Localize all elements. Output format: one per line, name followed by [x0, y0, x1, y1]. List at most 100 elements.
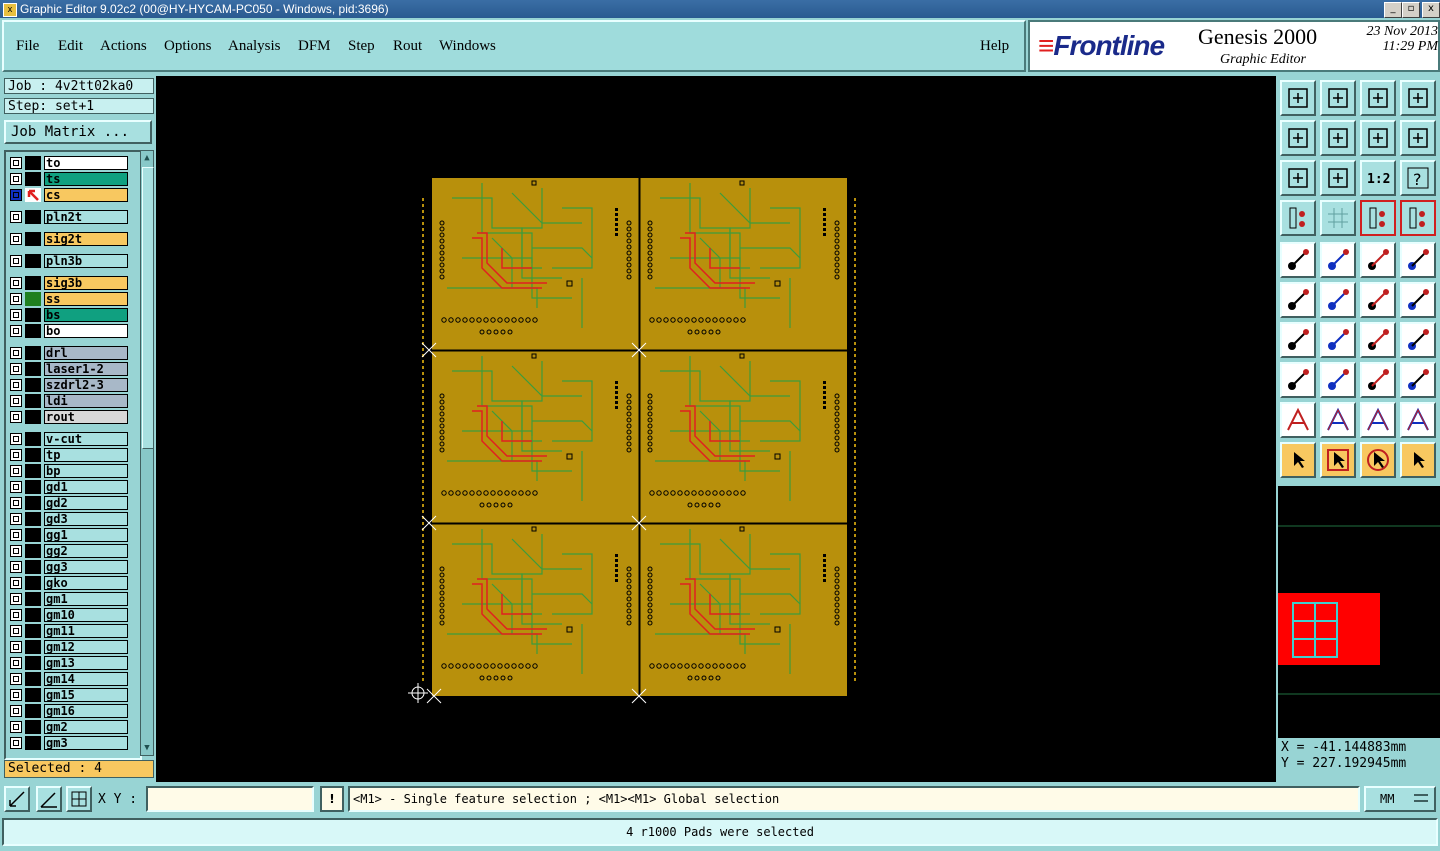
menu-windows[interactable]: Windows — [439, 38, 496, 55]
layer-row[interactable]: ss — [8, 292, 128, 306]
select-circle-button[interactable] — [1360, 442, 1396, 478]
layer-name[interactable]: sig3b — [44, 276, 128, 290]
layer-display-mark[interactable] — [25, 308, 41, 322]
layer-display-mark[interactable] — [25, 496, 41, 510]
layer-checkbox[interactable] — [10, 529, 22, 541]
layer-row[interactable]: gg3 — [8, 560, 128, 574]
window-button[interactable] — [1400, 80, 1436, 116]
layer-row[interactable]: tp — [8, 448, 128, 462]
layer-checkbox[interactable] — [10, 625, 22, 637]
layer-display-mark[interactable] — [25, 672, 41, 686]
layer-display-mark[interactable] — [25, 172, 41, 186]
layer-name[interactable]: gg3 — [44, 560, 128, 574]
job-matrix-button[interactable]: Job Matrix ... — [4, 120, 152, 144]
layer-checkbox[interactable] — [10, 721, 22, 733]
fit-profile-button[interactable] — [1320, 160, 1356, 196]
layer-display-mark[interactable] — [25, 592, 41, 606]
layer-checkbox[interactable] — [10, 689, 22, 701]
layer-name[interactable]: to — [44, 156, 128, 170]
graphic-canvas[interactable] — [156, 76, 1276, 782]
layer-row[interactable]: rout — [8, 410, 128, 424]
add-feature-button[interactable] — [1280, 362, 1316, 398]
layer-row[interactable]: gm2 — [8, 720, 128, 734]
select-box-button[interactable] — [1320, 442, 1356, 478]
layer-row[interactable]: sig2t — [8, 232, 128, 246]
close-button[interactable]: x — [1422, 2, 1440, 18]
layer-row[interactable]: gm3 — [8, 736, 128, 750]
layer-name[interactable]: gm10 — [44, 608, 128, 622]
grid-mode-button[interactable] — [66, 786, 92, 812]
redraw-button[interactable] — [1400, 120, 1436, 156]
layer-name[interactable]: sig2t — [44, 232, 128, 246]
layer-name[interactable]: gg2 — [44, 544, 128, 558]
layer-name[interactable]: ss — [44, 292, 128, 306]
text-a-button[interactable] — [1320, 402, 1356, 438]
snap-pad-button[interactable] — [1360, 200, 1396, 236]
layer-display-mark[interactable] — [25, 688, 41, 702]
layer-display-mark[interactable] — [25, 394, 41, 408]
layer-name[interactable]: gd1 — [44, 480, 128, 494]
layer-checkbox[interactable] — [10, 513, 22, 525]
draw-line-button[interactable] — [1320, 322, 1356, 358]
layer-name[interactable]: pln3b — [44, 254, 128, 268]
layer-row[interactable]: laser1-2 — [8, 362, 128, 376]
layer-checkbox[interactable] — [10, 545, 22, 557]
layer-checkbox[interactable] — [10, 379, 22, 391]
layer-checkbox[interactable] — [10, 705, 22, 717]
layer-row[interactable]: gm16 — [8, 704, 128, 718]
menu-options[interactable]: Options — [164, 38, 212, 55]
layer-name[interactable]: ldi — [44, 394, 128, 408]
menu-file[interactable]: File — [16, 38, 39, 55]
fit-screen-button[interactable] — [1280, 160, 1316, 196]
layer-row[interactable]: pln3b — [8, 254, 128, 268]
layer-display-mark[interactable] — [25, 410, 41, 424]
layer-checkbox[interactable] — [10, 411, 22, 423]
add-shape-button[interactable] — [1320, 242, 1356, 278]
layer-row[interactable]: gm12 — [8, 640, 128, 654]
layer-row[interactable]: gm14 — [8, 672, 128, 686]
text-a-bold-button[interactable] — [1360, 402, 1396, 438]
layer-name[interactable]: gm12 — [44, 640, 128, 654]
menu-dfm[interactable]: DFM — [298, 38, 331, 55]
layer-name[interactable]: pln2t — [44, 210, 128, 224]
layer-display-mark[interactable] — [25, 528, 41, 542]
layer-row[interactable]: gm13 — [8, 656, 128, 670]
layer-display-mark[interactable] — [25, 432, 41, 446]
layer-checkbox[interactable] — [10, 189, 22, 201]
layer-checkbox[interactable] — [10, 363, 22, 375]
layer-row[interactable]: gm1 — [8, 592, 128, 606]
layer-scrollbar[interactable]: ▲ ▼ — [140, 150, 154, 756]
measure-button[interactable] — [1280, 200, 1316, 236]
layer-row[interactable]: gko — [8, 576, 128, 590]
help-query-button[interactable]: ? — [1400, 160, 1436, 196]
layer-display-mark[interactable] — [25, 608, 41, 622]
layer-row[interactable]: bs — [8, 308, 128, 322]
zoom-home-button[interactable] — [1280, 80, 1316, 116]
layer-checkbox[interactable] — [10, 173, 22, 185]
layer-row[interactable]: gm11 — [8, 624, 128, 638]
layer-row[interactable]: gg1 — [8, 528, 128, 542]
scroll-down-icon[interactable]: ▼ — [142, 742, 152, 754]
layer-row[interactable]: pln2t — [8, 210, 128, 224]
layer-checkbox[interactable] — [10, 497, 22, 509]
menu-analysis[interactable]: Analysis — [228, 38, 281, 55]
menu-actions[interactable]: Actions — [100, 38, 147, 55]
layer-row[interactable]: ldi — [8, 394, 128, 408]
pan-left-button[interactable] — [1280, 120, 1316, 156]
layer-checkbox[interactable] — [10, 657, 22, 669]
layer-name[interactable]: gm1 — [44, 592, 128, 606]
shape-edit-button[interactable] — [1400, 362, 1436, 398]
layer-checkbox[interactable] — [10, 737, 22, 749]
text-a-alt-button[interactable] — [1400, 402, 1436, 438]
layer-display-mark[interactable] — [25, 704, 41, 718]
text-outline-button[interactable] — [1280, 402, 1316, 438]
exclamation-button[interactable]: ! — [320, 786, 344, 812]
layer-row[interactable]: gd1 — [8, 480, 128, 494]
layer-display-mark[interactable] — [25, 448, 41, 462]
layer-name[interactable]: gm11 — [44, 624, 128, 638]
layer-display-mark[interactable] — [25, 362, 41, 376]
minimize-button[interactable]: _ — [1384, 2, 1402, 18]
layer-row[interactable]: gg2 — [8, 544, 128, 558]
layer-display-mark[interactable] — [25, 640, 41, 654]
layer-checkbox[interactable] — [10, 449, 22, 461]
